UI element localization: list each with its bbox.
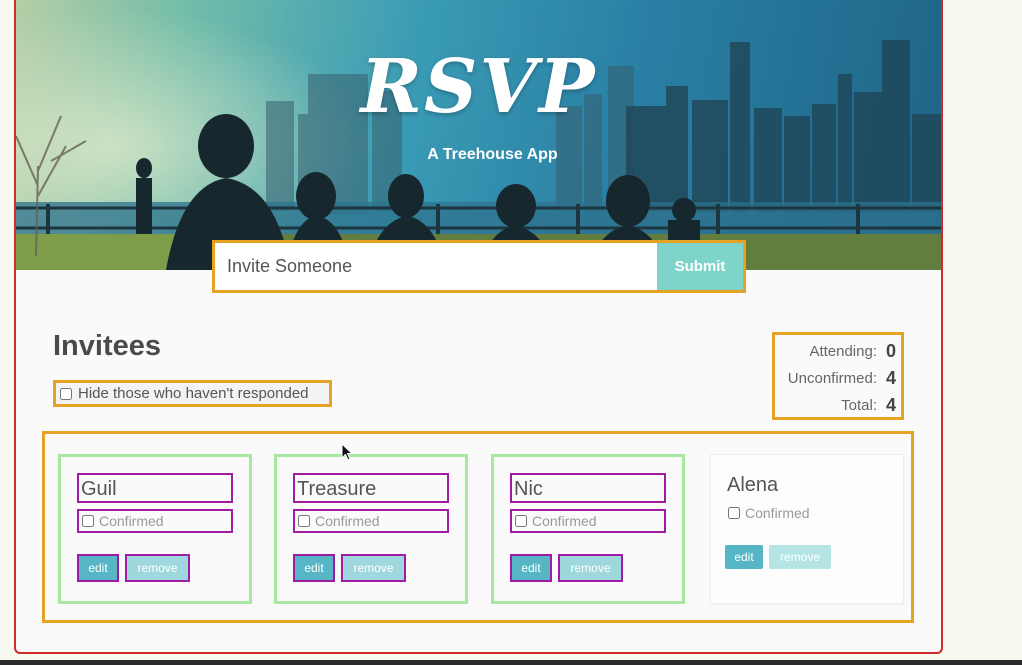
hide-unresponded-checkbox[interactable]	[60, 387, 72, 400]
attending-label: Attending:	[809, 343, 877, 360]
confirmed-toggle[interactable]: Confirmed	[293, 509, 449, 533]
rsvp-counter: Attending: 0 Unconfirmed: 4 Total: 4	[772, 332, 904, 420]
confirmed-toggle[interactable]: Confirmed	[510, 509, 666, 533]
hero-banner: RSVP A Treehouse App	[16, 0, 941, 270]
confirmed-checkbox[interactable]	[298, 515, 310, 527]
unconfirmed-row: Unconfirmed: 4	[775, 365, 897, 392]
mouse-pointer-icon	[341, 443, 353, 461]
confirmed-checkbox[interactable]	[515, 515, 527, 527]
submit-button[interactable]: Submit	[657, 243, 743, 290]
invitee-name: Treasure	[293, 473, 449, 503]
confirmed-checkbox[interactable]	[82, 515, 94, 527]
remove-button[interactable]: remove	[341, 554, 406, 582]
attending-count: 0	[885, 341, 896, 361]
invitee-card: Guil Confirmed edit remove	[58, 454, 252, 604]
remove-button[interactable]: remove	[558, 554, 623, 582]
confirmed-label: Confirmed	[99, 513, 164, 529]
total-row: Total: 4	[775, 392, 897, 419]
app-logo-title: RSVP	[360, 44, 597, 130]
invitee-name: Guil	[77, 473, 233, 503]
app-subtitle: A Treehouse App	[427, 146, 558, 163]
city-skyline-illustration	[16, 0, 941, 270]
confirmed-label: Confirmed	[315, 513, 380, 529]
app-window: RSVP A Treehouse App Submit Invitees Hid…	[14, 0, 943, 654]
invite-input[interactable]	[215, 243, 657, 290]
edit-button[interactable]: edit	[725, 545, 763, 569]
edit-button[interactable]: edit	[293, 554, 335, 582]
hide-unresponded-label: Hide those who haven't responded	[78, 385, 309, 402]
edit-button[interactable]: edit	[510, 554, 552, 582]
invitee-name: Nic	[510, 473, 666, 503]
invite-form: Submit	[212, 240, 746, 293]
invitee-card: Nic Confirmed edit remove	[491, 454, 685, 604]
invitee-name: Alena	[727, 474, 779, 496]
invitees-heading: Invitees	[53, 330, 161, 362]
unconfirmed-count: 4	[885, 368, 896, 388]
invitee-list: Guil Confirmed edit remove Treasure Conf…	[42, 431, 914, 623]
attending-row: Attending: 0	[775, 338, 897, 365]
taskbar-strip	[0, 660, 1022, 665]
confirmed-checkbox[interactable]	[728, 507, 740, 519]
total-label: Total:	[841, 397, 877, 414]
confirmed-toggle[interactable]: Confirmed	[77, 509, 233, 533]
unconfirmed-label: Unconfirmed:	[787, 370, 877, 387]
confirmed-toggle[interactable]: Confirmed	[725, 501, 881, 525]
confirmed-label: Confirmed	[532, 513, 597, 529]
invitee-card: Treasure Confirmed edit remove	[274, 454, 468, 604]
total-count: 4	[885, 395, 896, 415]
invitee-card: Alena Confirmed edit remove	[710, 454, 904, 604]
hide-unresponded-filter[interactable]: Hide those who haven't responded	[53, 380, 332, 407]
edit-button[interactable]: edit	[77, 554, 119, 582]
remove-button[interactable]: remove	[769, 545, 831, 569]
remove-button[interactable]: remove	[125, 554, 190, 582]
confirmed-label: Confirmed	[745, 505, 810, 521]
